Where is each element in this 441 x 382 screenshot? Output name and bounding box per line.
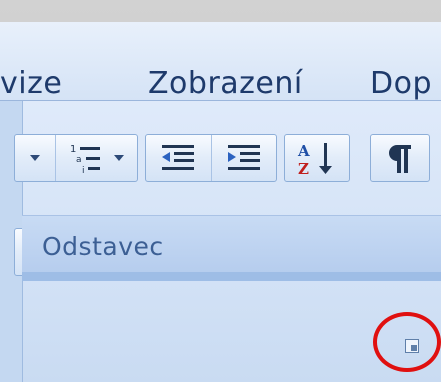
- decrease-indent-icon: [162, 145, 195, 170]
- svg-text:Z: Z: [298, 160, 309, 176]
- svg-text:A: A: [297, 142, 310, 160]
- ribbon-bottom-edge: [22, 272, 441, 281]
- numbering-dropdown[interactable]: [15, 135, 56, 181]
- ribbon-tab-bar: vize Zobrazení Dop: [0, 22, 441, 101]
- multilevel-list-button[interactable]: 1 a i: [56, 135, 136, 181]
- window-frame: vize Zobrazení Dop 1 a i A Z Odstavec: [0, 0, 441, 382]
- pilcrow-icon: [389, 145, 411, 173]
- tab-zobrazeni[interactable]: Zobrazení: [148, 66, 303, 101]
- sort-button-cluster: A Z: [284, 134, 350, 182]
- show-formatting-button[interactable]: [371, 135, 429, 181]
- list-buttons-cluster: 1 a i: [14, 134, 138, 182]
- group-label-odstavec: Odstavec: [42, 232, 164, 261]
- tab-doplnky[interactable]: Dop: [370, 66, 432, 101]
- sort-az-icon: A Z: [297, 142, 332, 176]
- decrease-indent-button[interactable]: [146, 135, 212, 181]
- chevron-down-icon: [114, 155, 124, 161]
- sort-button[interactable]: A Z: [285, 135, 349, 181]
- chevron-down-icon: [30, 155, 40, 161]
- increase-indent-button[interactable]: [212, 135, 277, 181]
- svg-text:a: a: [76, 155, 82, 165]
- show-hide-cluster: [370, 134, 430, 182]
- svg-text:1: 1: [70, 144, 76, 155]
- svg-text:i: i: [82, 166, 85, 175]
- tab-revize[interactable]: vize: [0, 66, 62, 101]
- multilevel-list-icon: 1 a i: [70, 144, 100, 175]
- indent-buttons-cluster: [145, 134, 277, 182]
- annotation-circle: [373, 312, 441, 372]
- increase-indent-icon: [227, 145, 260, 170]
